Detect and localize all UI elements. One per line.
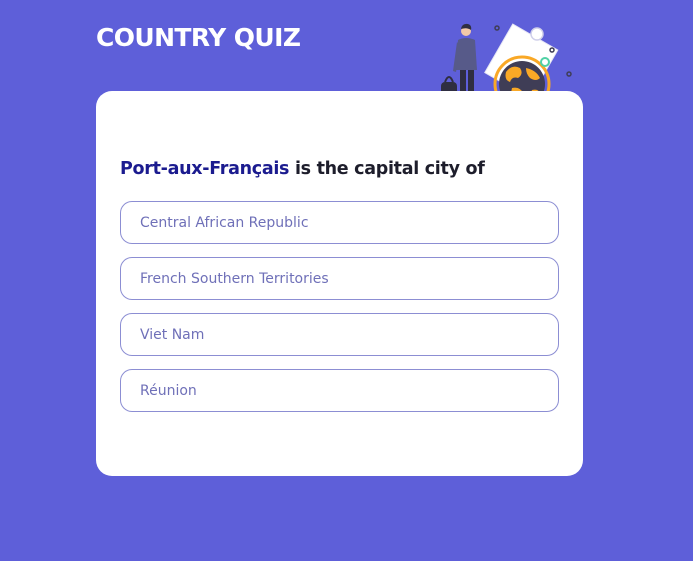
question-capital: Port-aux-Français [120, 159, 290, 179]
answer-option[interactable]: Central African Republic [120, 201, 559, 244]
answer-option[interactable]: Réunion [120, 369, 559, 412]
question-suffix: is the capital city of [289, 159, 485, 179]
question-text: Port-aux-Français is the capital city of [120, 159, 485, 179]
page-title: COUNTRY QUIZ [96, 23, 301, 52]
quiz-card: Port-aux-Français is the capital city of… [96, 91, 583, 476]
answer-option[interactable]: Viet Nam [120, 313, 559, 356]
answer-option[interactable]: French Southern Territories [120, 257, 559, 300]
